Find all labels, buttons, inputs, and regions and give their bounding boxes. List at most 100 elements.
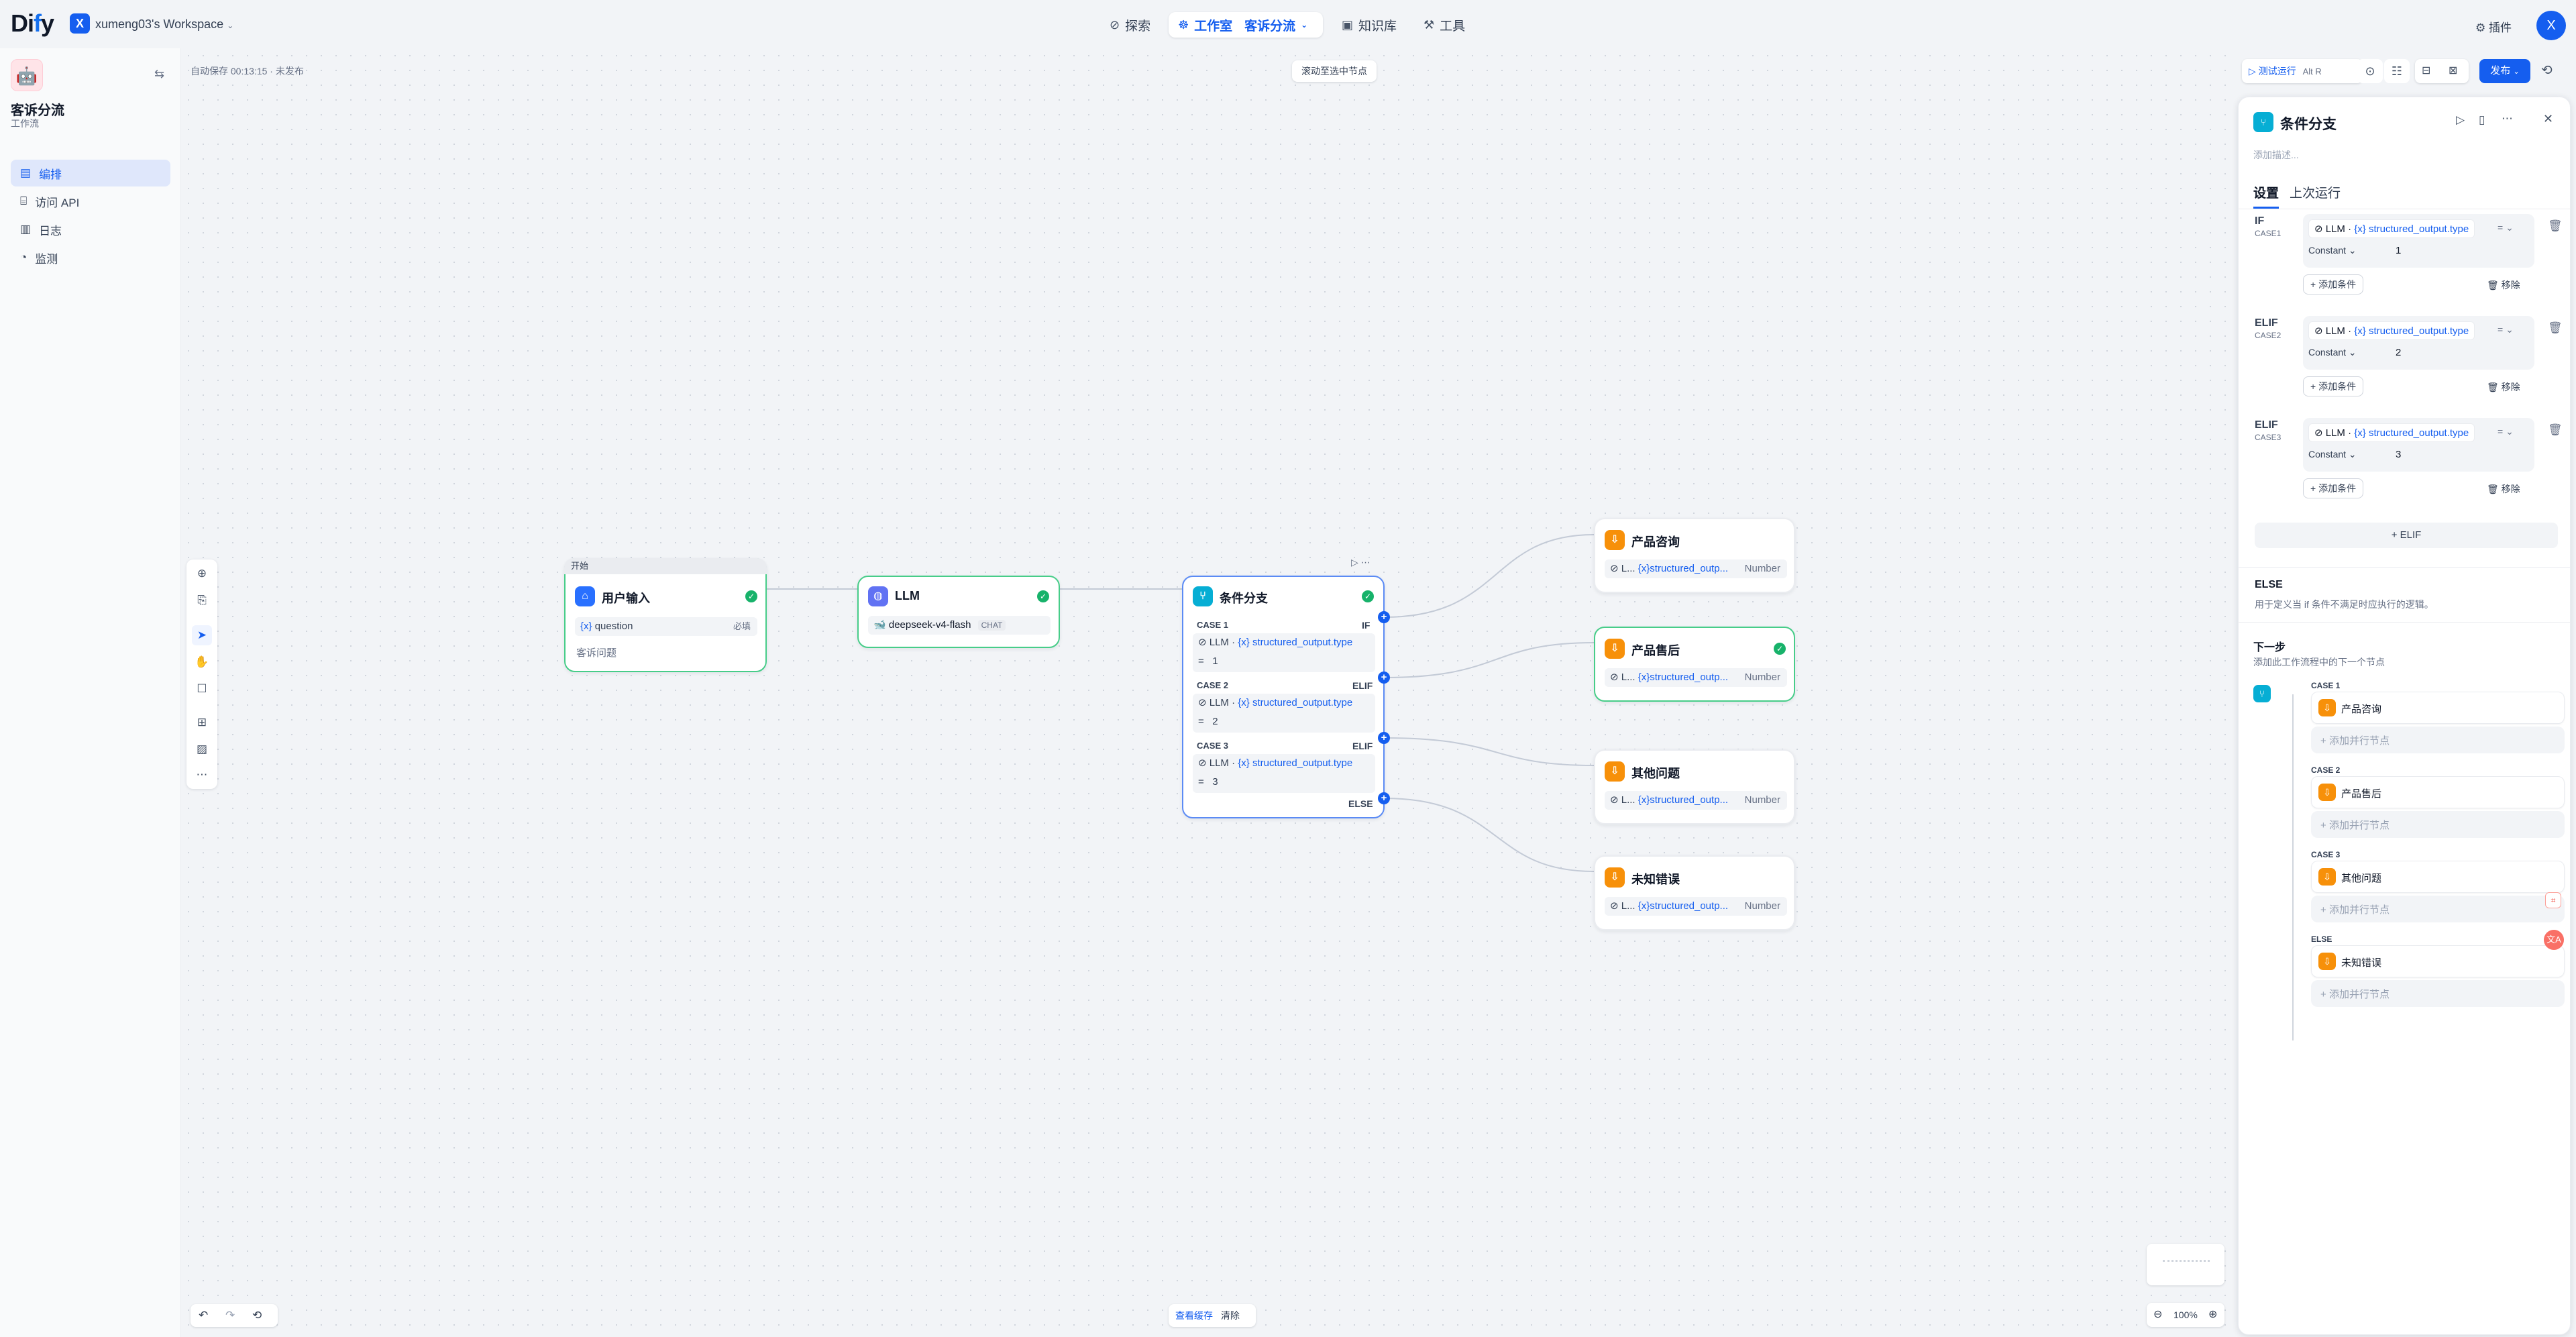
minimap-preview (2163, 1260, 2210, 1269)
divider (2239, 622, 2571, 623)
add-condition-button[interactable]: + 添加条件 (2303, 274, 2364, 295)
answer-icon: ⇩ (1605, 639, 1625, 659)
branch-case-label: CASE 2 (2311, 765, 2341, 775)
elif3-handle[interactable]: + (1378, 732, 1390, 744)
value-type-select[interactable]: Constant ⌄ (2308, 449, 2357, 460)
llm-var-node: ⊘ L... (1610, 563, 1635, 574)
run-node-icon[interactable]: ▷ (2456, 113, 2465, 127)
condition-value-input[interactable]: 3 (2396, 449, 2401, 460)
trash-icon[interactable]: 🗑 (2548, 423, 2563, 437)
var-prefix: {x} (1238, 757, 1250, 769)
condition-value-input[interactable]: 1 (2396, 245, 2401, 256)
add-parallel-label: 添加并行节点 (2328, 904, 2390, 916)
output-node-aftersale[interactable]: ⇩ 产品售后 ✓ ⊘ L... {x}structured_outp... Nu… (1594, 627, 1795, 702)
clear-cache-button[interactable]: 清除 (1221, 1310, 1240, 1321)
start-node[interactable]: 开始 ⌂ 用户输入 ✓ {x} question 必填 客诉问题 (564, 558, 767, 672)
else-description: 用于定义当 if 条件不满足时应执行的逻辑。 (2255, 599, 2434, 610)
output-var-name: {x}structured_outp... (1638, 563, 1729, 574)
next-node-card[interactable]: ⇩ 产品咨询 (2311, 692, 2565, 724)
remove-label: 移除 (2501, 382, 2520, 392)
ifelse-node[interactable]: ⑂ 条件分支 ✓ CASE 1 IF ⊘ LLM · {x} structure… (1182, 576, 1385, 818)
answer-icon: ⇩ (2318, 953, 2336, 970)
branch-case-label: CASE 1 (2311, 681, 2341, 690)
add-parallel-label: 添加并行节点 (2328, 735, 2390, 747)
remove-case-button[interactable]: 🗑 移除 (2487, 482, 2520, 496)
output-node-consult[interactable]: ⇩ 产品咨询 ⊘ L... {x}structured_outp... Numb… (1594, 518, 1795, 593)
case-type-label: ELIF (2255, 419, 2278, 431)
zoom-out-icon[interactable]: ⊖ (2153, 1303, 2162, 1327)
add-parallel-node-button[interactable]: + 添加并行节点 (2311, 980, 2565, 1007)
else-handle[interactable]: + (1378, 792, 1390, 804)
variable-node: LLM (2325, 325, 2345, 337)
llm-var-node: ⊘ LLM · {x} structured_output.type (1198, 637, 1353, 648)
condition-variable[interactable]: ⊘ LLM · {x} structured_output.type (2308, 219, 2475, 238)
condition-item: ⊘ LLM · {x} structured_output.type = ⌄ C… (2303, 214, 2534, 268)
more-icon[interactable]: ⋯ (2502, 112, 2513, 125)
success-check-icon: ✓ (745, 590, 757, 602)
next-node-name: 未知错误 (2341, 957, 2382, 969)
elif2-handle[interactable]: + (1378, 672, 1390, 684)
minimap[interactable] (2147, 1244, 2224, 1285)
remove-case-button[interactable]: 🗑 移除 (2487, 380, 2520, 394)
close-icon[interactable]: ✕ (2543, 112, 2553, 126)
version-history-icon[interactable]: ⟲ (252, 1309, 262, 1322)
node-run-icon[interactable]: ▷ ⋯ (1351, 557, 1371, 568)
translate-widget-icon[interactable]: ⌗ (2545, 892, 2561, 908)
required-label: 必填 (733, 621, 751, 631)
branch-icon: ⑂ (2253, 685, 2271, 702)
operator-value: = (2498, 222, 2504, 233)
assistant-widget-icon[interactable]: 文A (2544, 930, 2564, 950)
operator-select[interactable]: = ⌄ (2498, 222, 2514, 233)
help-doc-icon[interactable]: ▯ (2479, 113, 2485, 127)
add-condition-button[interactable]: + 添加条件 (2303, 376, 2364, 396)
tab-last-run[interactable]: 上次运行 (2290, 183, 2341, 201)
if-handle[interactable]: + (1378, 611, 1390, 623)
start-node-title: 用户输入 (602, 592, 650, 605)
add-elif-button[interactable]: + ELIF (2255, 523, 2558, 548)
description-input[interactable]: 添加描述... (2253, 148, 2299, 162)
llm-node[interactable]: ◍ LLM ✓ 🐋 deepseek-v4-flash CHAT (857, 576, 1060, 648)
condition-value-input[interactable]: 2 (2396, 347, 2401, 358)
trash-icon[interactable]: 🗑 (2548, 219, 2563, 233)
value-type-select[interactable]: Constant ⌄ (2308, 347, 2357, 358)
trash-icon[interactable]: 🗑 (2548, 321, 2563, 335)
condition-variable[interactable]: ⊘ LLM · {x} structured_output.type (2308, 423, 2475, 442)
output-var-type: Number (1744, 794, 1780, 806)
remove-case-button[interactable]: 🗑 移除 (2487, 278, 2520, 292)
add-parallel-node-button[interactable]: + 添加并行节点 (2311, 727, 2565, 753)
output-node-other[interactable]: ⇩ 其他问题 ⊘ L... {x}structured_outp... Numb… (1594, 749, 1795, 824)
condition-variable[interactable]: ⊘ LLM · {x} structured_output.type (2308, 321, 2475, 340)
zoom-in-icon[interactable]: ⊕ (2208, 1303, 2217, 1327)
case-number: CASE1 (2255, 229, 2282, 238)
redo-icon[interactable]: ↷ (225, 1309, 235, 1322)
case-condition: ⊘ LLM · {x} structured_output.type = 1 (1193, 633, 1375, 672)
output-node-title: 未知错误 (1631, 873, 1680, 886)
variable-name: {x} structured_output.type (2354, 325, 2469, 337)
operator-value: = (2498, 324, 2504, 335)
branch-icon: ⑂ (1193, 586, 1213, 606)
add-parallel-node-button[interactable]: + 添加并行节点 (2311, 811, 2565, 838)
add-parallel-node-button[interactable]: + 添加并行节点 (2311, 896, 2565, 922)
next-node-card[interactable]: ⇩ 产品售后 (2311, 776, 2565, 808)
operator-select[interactable]: = ⌄ (2498, 324, 2514, 335)
home-icon: ⌂ (575, 586, 595, 606)
operator-select[interactable]: = ⌄ (2498, 426, 2514, 437)
llm-model-name: deepseek-v4-flash (888, 619, 971, 631)
var-name: question (594, 621, 633, 632)
undo-icon[interactable]: ↶ (199, 1309, 208, 1322)
next-node-card[interactable]: ⇩ 其他问题 (2311, 861, 2565, 893)
zoom-controls: ⊖ 100% ⊕ (2147, 1303, 2224, 1327)
tab-settings[interactable]: 设置 (2253, 183, 2279, 209)
start-node-desc: 客诉问题 (576, 647, 617, 659)
var-prefix: {x} (580, 621, 592, 632)
llm-var-node: ⊘ LLM · {x} structured_output.type (1198, 697, 1353, 708)
branch-icon: ⑂ (2253, 112, 2273, 132)
panel-title[interactable]: 条件分支 (2280, 113, 2337, 133)
add-condition-button[interactable]: + 添加条件 (2303, 478, 2364, 498)
output-node-error[interactable]: ⇩ 未知错误 ⊘ L... {x}structured_outp... Numb… (1594, 855, 1795, 930)
value-type-select[interactable]: Constant ⌄ (2308, 245, 2357, 256)
next-node-card[interactable]: ⇩ 未知错误 (2311, 945, 2565, 977)
zoom-level[interactable]: 100% (2174, 1303, 2198, 1327)
success-check-icon: ✓ (1362, 590, 1374, 602)
view-cache-button[interactable]: 查看缓存 (1175, 1310, 1213, 1321)
